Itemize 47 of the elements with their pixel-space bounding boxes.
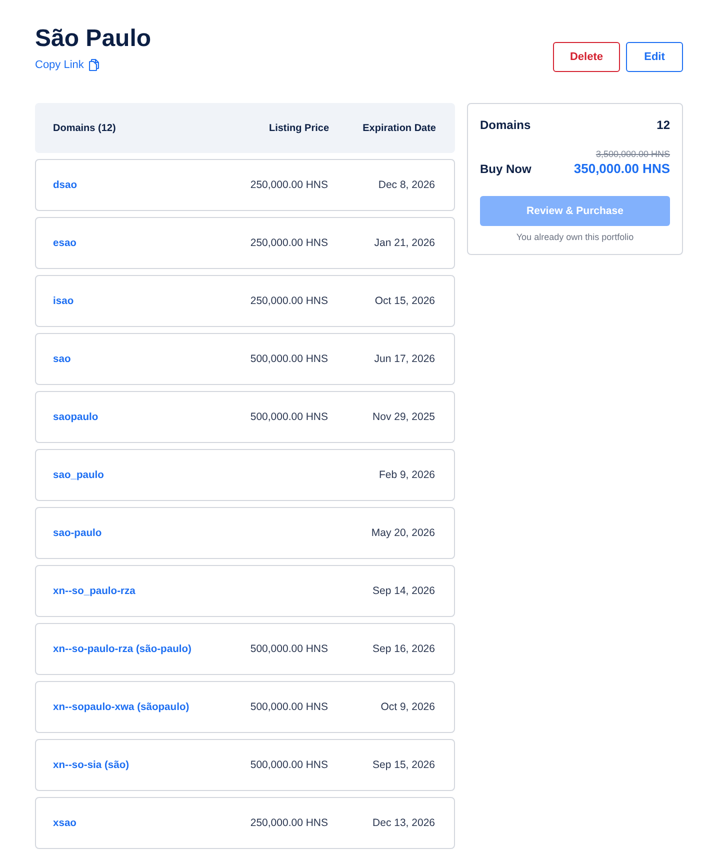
- delete-button[interactable]: Delete: [552, 42, 620, 72]
- domains-label: Domains: [480, 118, 531, 132]
- buy-now-label: Buy Now: [480, 162, 532, 176]
- column-header: Expiration Date: [362, 122, 436, 134]
- listing-price: 250,000.00 HNS: [250, 237, 328, 249]
- domain-link[interactable]: saopaulo: [53, 412, 98, 422]
- listing-price: 500,000.00 HNS: [250, 411, 328, 423]
- domains-count: 12: [656, 118, 670, 132]
- copy-icon[interactable]: [88, 59, 99, 71]
- expiration-date: Sep 15, 2026: [372, 759, 435, 771]
- expiration-date: Oct 9, 2026: [380, 701, 435, 713]
- copy-link[interactable]: Copy Link: [35, 58, 84, 72]
- listing-price: 250,000.00 HNS: [250, 817, 328, 829]
- domain-link[interactable]: xsao: [53, 818, 76, 828]
- domain-link[interactable]: isao: [53, 296, 74, 306]
- expiration-date: Oct 15, 2026: [374, 295, 435, 307]
- column-header: Listing Price: [268, 122, 329, 134]
- expiration-date: Nov 29, 2025: [372, 411, 435, 423]
- expiration-date: Sep 14, 2026: [372, 585, 435, 597]
- listing-price: 500,000.00 HNS: [250, 353, 328, 365]
- domain-link[interactable]: xn--so-sia (são): [53, 760, 130, 770]
- domain-link[interactable]: sao_paulo: [53, 470, 104, 480]
- domain-link[interactable]: sao-paulo: [53, 528, 102, 538]
- expiration-date: Sep 16, 2026: [372, 643, 435, 655]
- listing-price: 250,000.00 HNS: [250, 179, 328, 191]
- page-title: São Paulo: [35, 25, 152, 53]
- expiration-date: Jan 21, 2026: [374, 237, 435, 249]
- domain-link[interactable]: xn--so-paulo-rza (são-paulo): [53, 644, 192, 654]
- expiration-date: May 20, 2026: [371, 527, 435, 539]
- expiration-date: Dec 13, 2026: [372, 817, 435, 829]
- domain-link[interactable]: xn--sopaulo-xwa (sãopaulo): [53, 702, 190, 712]
- ownership-note: You already own this portfolio: [515, 232, 635, 242]
- expiration-date: Dec 8, 2026: [378, 179, 435, 191]
- listing-price: 500,000.00 HNS: [250, 759, 328, 771]
- buy-now-price: 350,000.00 HNS: [574, 161, 670, 176]
- edit-button[interactable]: Edit: [626, 42, 683, 72]
- listing-price: 500,000.00 HNS: [250, 643, 328, 655]
- domain-link[interactable]: esao: [53, 238, 76, 248]
- domain-link[interactable]: xn--so_paulo-rza: [53, 586, 136, 596]
- expiration-date: Jun 17, 2026: [374, 353, 435, 365]
- domain-link[interactable]: sao: [53, 354, 71, 364]
- listing-price: 250,000.00 HNS: [250, 295, 328, 307]
- expiration-date: Feb 9, 2026: [378, 469, 435, 481]
- domain-link[interactable]: dsao: [53, 180, 78, 190]
- original-price: 3,500,000.00 HNS: [596, 149, 670, 159]
- column-header: Domains (12): [53, 122, 116, 134]
- listing-price: 500,000.00 HNS: [250, 701, 328, 713]
